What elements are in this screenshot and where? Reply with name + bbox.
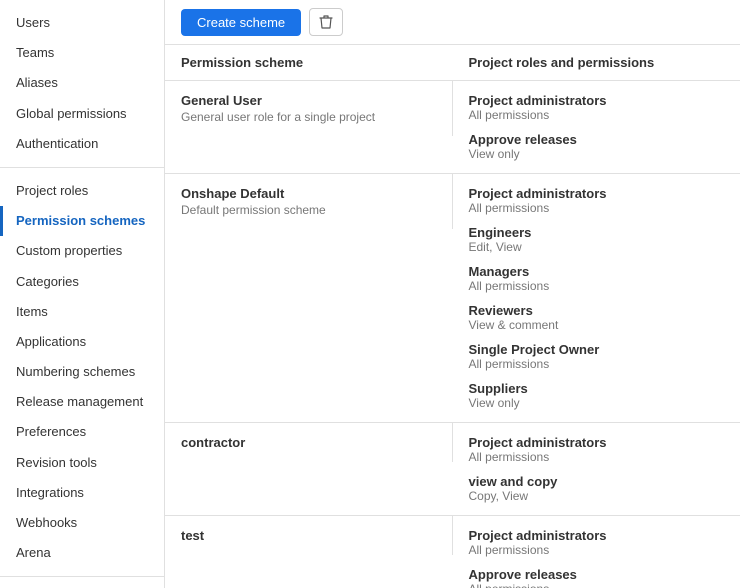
- role-name: Project administrators: [469, 93, 725, 108]
- scheme-desc: General user role for a single project: [181, 110, 436, 124]
- sidebar-item-custom-properties[interactable]: Custom properties: [0, 236, 164, 266]
- sidebar-item-applications[interactable]: Applications: [0, 327, 164, 357]
- role-name: Managers: [469, 264, 725, 279]
- sidebar-item-project-roles[interactable]: Project roles: [0, 176, 164, 206]
- create-scheme-button[interactable]: Create scheme: [181, 9, 301, 36]
- role-permission: View only: [469, 396, 725, 410]
- main-content: Create scheme Permission scheme Project …: [165, 0, 740, 588]
- table-row: Onshape Default Default permission schem…: [165, 174, 740, 423]
- role-entry: Managers All permissions: [469, 264, 725, 293]
- role-name: Single Project Owner: [469, 342, 725, 357]
- role-entry: Suppliers View only: [469, 381, 725, 410]
- delete-button[interactable]: [309, 8, 343, 36]
- toolbar: Create scheme: [165, 0, 740, 45]
- role-permission: All permissions: [469, 543, 725, 557]
- role-entry: Project administrators All permissions: [469, 435, 725, 464]
- sidebar-item-teams[interactable]: Teams: [0, 38, 164, 68]
- col-scheme-header: Permission scheme: [165, 45, 453, 81]
- trash-icon: [319, 14, 333, 30]
- role-entry: Engineers Edit, View: [469, 225, 725, 254]
- role-permission: Edit, View: [469, 240, 725, 254]
- sidebar-item-revision-tools[interactable]: Revision tools: [0, 448, 164, 478]
- role-name: Project administrators: [469, 435, 725, 450]
- sidebar-item-users[interactable]: Users: [0, 8, 164, 38]
- role-name: Engineers: [469, 225, 725, 240]
- table-row: test Project administrators All permissi…: [165, 516, 740, 588]
- role-permission: All permissions: [469, 582, 725, 588]
- role-entry: Approve releases All permissions: [469, 567, 725, 588]
- sidebar-divider: [0, 576, 164, 577]
- role-name: Reviewers: [469, 303, 725, 318]
- sidebar-item-items[interactable]: Items: [0, 297, 164, 327]
- role-name: view and copy: [469, 474, 725, 489]
- role-permission: Copy, View: [469, 489, 725, 503]
- sidebar-item-aliases[interactable]: Aliases: [0, 68, 164, 98]
- role-permission: All permissions: [469, 279, 725, 293]
- table-row: contractor Project administrators All pe…: [165, 423, 740, 516]
- role-name: Project administrators: [469, 528, 725, 543]
- role-permission: All permissions: [469, 357, 725, 371]
- sidebar-item-permission-schemes[interactable]: Permission schemes: [0, 206, 164, 236]
- role-entry: Single Project Owner All permissions: [469, 342, 725, 371]
- role-entry: Project administrators All permissions: [469, 528, 725, 557]
- role-permission: View only: [469, 147, 725, 161]
- role-entry: Approve releases View only: [469, 132, 725, 161]
- role-name: Suppliers: [469, 381, 725, 396]
- col-roles-header: Project roles and permissions: [453, 45, 740, 81]
- table-row: General User General user role for a sin…: [165, 81, 740, 174]
- role-permission: All permissions: [469, 201, 725, 215]
- role-name: Approve releases: [469, 567, 725, 582]
- sidebar-item-webhooks[interactable]: Webhooks: [0, 508, 164, 538]
- role-entry: Project administrators All permissions: [469, 186, 725, 215]
- sidebar-item-authentication[interactable]: Authentication: [0, 129, 164, 159]
- sidebar-item-preferences[interactable]: Preferences: [0, 417, 164, 447]
- sidebar-item-arena[interactable]: Arena: [0, 538, 164, 568]
- role-entry: Reviewers View & comment: [469, 303, 725, 332]
- role-entry: Project administrators All permissions: [469, 93, 725, 122]
- scheme-name: Onshape Default: [181, 186, 436, 201]
- scheme-name: contractor: [181, 435, 436, 450]
- sidebar-item-integrations[interactable]: Integrations: [0, 478, 164, 508]
- sidebar-item-global-permissions[interactable]: Global permissions: [0, 99, 164, 129]
- sidebar: UsersTeamsAliasesGlobal permissionsAuthe…: [0, 0, 165, 588]
- role-permission: View & comment: [469, 318, 725, 332]
- scheme-name: test: [181, 528, 436, 543]
- role-name: Approve releases: [469, 132, 725, 147]
- sidebar-divider: [0, 167, 164, 168]
- permission-schemes-table-container: Permission scheme Project roles and perm…: [165, 45, 740, 588]
- role-permission: All permissions: [469, 450, 725, 464]
- scheme-desc: Default permission scheme: [181, 203, 436, 217]
- sidebar-item-release-management[interactable]: Release management: [0, 387, 164, 417]
- role-name: Project administrators: [469, 186, 725, 201]
- role-permission: All permissions: [469, 108, 725, 122]
- sidebar-item-numbering-schemes[interactable]: Numbering schemes: [0, 357, 164, 387]
- role-entry: view and copy Copy, View: [469, 474, 725, 503]
- permission-schemes-table: Permission scheme Project roles and perm…: [165, 45, 740, 588]
- sidebar-item-categories[interactable]: Categories: [0, 267, 164, 297]
- scheme-name: General User: [181, 93, 436, 108]
